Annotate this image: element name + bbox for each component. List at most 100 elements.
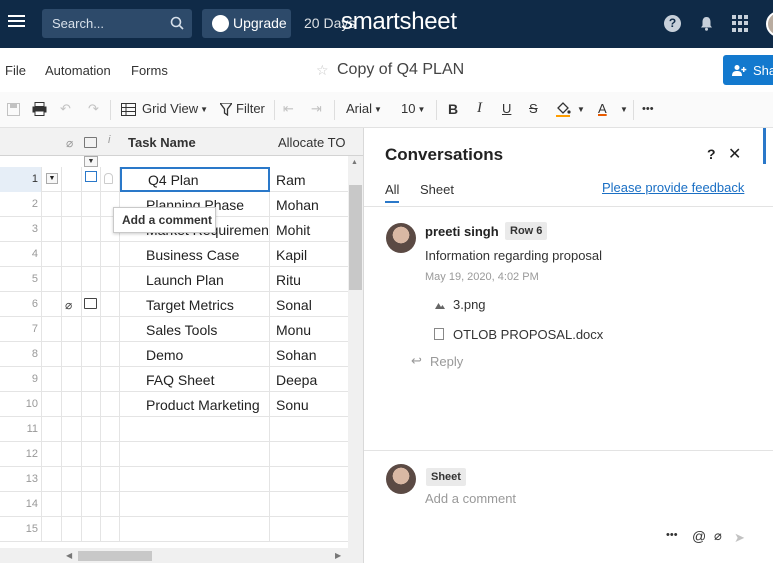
allocate-to-cell[interactable]: Monu [270, 317, 348, 342]
comment-cell[interactable] [82, 342, 101, 367]
attachment-cell[interactable] [62, 267, 82, 292]
allocate-to-cell[interactable] [270, 492, 348, 517]
info-cell[interactable] [101, 442, 120, 467]
allocate-to-cell[interactable] [270, 442, 348, 467]
row-action-cell[interactable] [42, 267, 62, 292]
info-cell[interactable] [101, 517, 120, 542]
info-cell[interactable] [101, 267, 120, 292]
task-name-cell[interactable]: Q4 Plan [120, 167, 270, 192]
hamburger-menu-icon[interactable] [8, 12, 28, 32]
row-number[interactable]: 6 [0, 292, 42, 317]
attachment-cell[interactable] [62, 367, 82, 392]
row-action-cell[interactable] [42, 417, 62, 442]
menu-automation[interactable]: Automation [45, 63, 111, 78]
reminder-bell-icon[interactable] [104, 173, 113, 184]
attach-paperclip-icon[interactable]: ⌀ [714, 528, 722, 544]
table-row[interactable]: 9 FAQ Sheet Deepa [0, 367, 348, 392]
tab-sheet[interactable]: Sheet [420, 182, 454, 197]
allocate-to-cell[interactable] [270, 417, 348, 442]
attachment-cell[interactable] [62, 392, 82, 417]
row-tag-badge[interactable]: Row 6 [505, 222, 548, 240]
comment-cell[interactable] [82, 267, 101, 292]
user-avatar[interactable] [766, 11, 773, 37]
allocate-to-cell[interactable] [270, 517, 348, 542]
allocate-to-cell[interactable]: Sonu [270, 392, 348, 417]
row-action-cell[interactable] [42, 242, 62, 267]
attachment-cell[interactable] [62, 167, 82, 192]
row-action-cell[interactable] [42, 492, 62, 517]
comment-icon[interactable] [84, 298, 97, 309]
task-name-cell[interactable]: Target Metrics [120, 292, 270, 317]
table-row[interactable]: 11 [0, 417, 348, 442]
allocate-to-column-header[interactable]: Allocate TO [278, 135, 345, 150]
task-name-cell[interactable]: Product Marketing [120, 392, 270, 417]
scroll-up-arrow-icon[interactable]: ▲ [351, 159, 358, 166]
info-cell[interactable] [101, 492, 120, 517]
fill-color-dropdown-icon[interactable]: ▼ [577, 105, 585, 114]
scroll-right-arrow-icon[interactable]: ▶ [335, 551, 341, 560]
attachment-cell[interactable] [62, 342, 82, 367]
row-number[interactable]: 15 [0, 517, 42, 542]
font-size-dropdown[interactable]: 10 ▼ [401, 101, 425, 116]
info-cell[interactable] [101, 367, 120, 392]
attachment-cell[interactable] [62, 442, 82, 467]
table-row[interactable]: 15 [0, 517, 348, 542]
sheet-tag-badge[interactable]: Sheet [426, 468, 466, 486]
mention-icon[interactable]: @ [692, 528, 706, 544]
table-row[interactable]: 1 Q4 Plan Ram ▼ [0, 167, 348, 192]
redo-icon[interactable]: ↷ [88, 101, 99, 117]
row-action-cell[interactable] [42, 367, 62, 392]
comment-cell[interactable] [82, 192, 101, 217]
comment-cell[interactable] [82, 217, 101, 242]
table-row[interactable]: 13 [0, 467, 348, 492]
search-input[interactable]: Search... [42, 9, 192, 38]
print-icon[interactable] [32, 102, 47, 116]
vertical-scroll-thumb[interactable] [349, 185, 362, 290]
task-name-cell[interactable]: Business Case [120, 242, 270, 267]
row-number[interactable]: 5 [0, 267, 42, 292]
underline-button[interactable]: U [502, 101, 511, 116]
info-cell[interactable] [101, 467, 120, 492]
table-row[interactable]: 7 Sales Tools Monu [0, 317, 348, 342]
task-name-cell[interactable] [120, 467, 270, 492]
text-color-button[interactable]: A [598, 101, 607, 116]
row-number[interactable]: 10 [0, 392, 42, 417]
add-comment-input[interactable]: Add a comment [425, 491, 516, 506]
row-number[interactable]: 3 [0, 217, 42, 242]
attachment-cell[interactable] [62, 517, 82, 542]
menu-forms[interactable]: Forms [131, 63, 168, 78]
table-row[interactable]: 5 Launch Plan Ritu [0, 267, 348, 292]
horizontal-scroll-thumb[interactable] [78, 551, 152, 561]
comment-cell[interactable] [82, 367, 101, 392]
scroll-left-arrow-icon[interactable]: ◀ [66, 551, 72, 560]
save-icon[interactable] [7, 103, 20, 116]
row-action-cell[interactable] [42, 392, 62, 417]
row-action-cell[interactable] [42, 442, 62, 467]
row-number[interactable]: 11 [0, 417, 42, 442]
more-options-icon[interactable]: ••• [666, 529, 678, 541]
task-name-cell[interactable] [120, 492, 270, 517]
outdent-icon[interactable]: ⇤ [283, 101, 294, 117]
italic-button[interactable]: I [477, 100, 482, 117]
info-cell[interactable] [101, 392, 120, 417]
reply-button[interactable]: Reply [430, 354, 463, 369]
attachment-cell[interactable] [62, 192, 82, 217]
task-name-cell[interactable]: Demo [120, 342, 270, 367]
row-action-cell[interactable] [42, 342, 62, 367]
apps-launcher-icon[interactable] [732, 15, 749, 32]
info-cell[interactable] [101, 417, 120, 442]
allocate-to-cell[interactable]: Sonal [270, 292, 348, 317]
row-dropdown-icon[interactable]: ▼ [46, 173, 58, 184]
row-action-cell[interactable] [42, 292, 62, 317]
table-row[interactable]: 4 Business Case Kapil [0, 242, 348, 267]
attachment-cell[interactable] [62, 317, 82, 342]
task-name-column-header[interactable]: Task Name [128, 135, 196, 150]
task-name-cell[interactable]: Sales Tools [120, 317, 270, 342]
table-row[interactable]: 12 [0, 442, 348, 467]
column-dropdown-icon[interactable]: ▼ [84, 156, 98, 167]
help-icon[interactable]: ? [664, 15, 681, 32]
conversations-help-icon[interactable]: ? [707, 146, 716, 162]
row-action-cell[interactable] [42, 317, 62, 342]
attachment-document-link[interactable]: OTLOB PROPOSAL.docx [453, 327, 603, 342]
info-cell[interactable] [101, 317, 120, 342]
